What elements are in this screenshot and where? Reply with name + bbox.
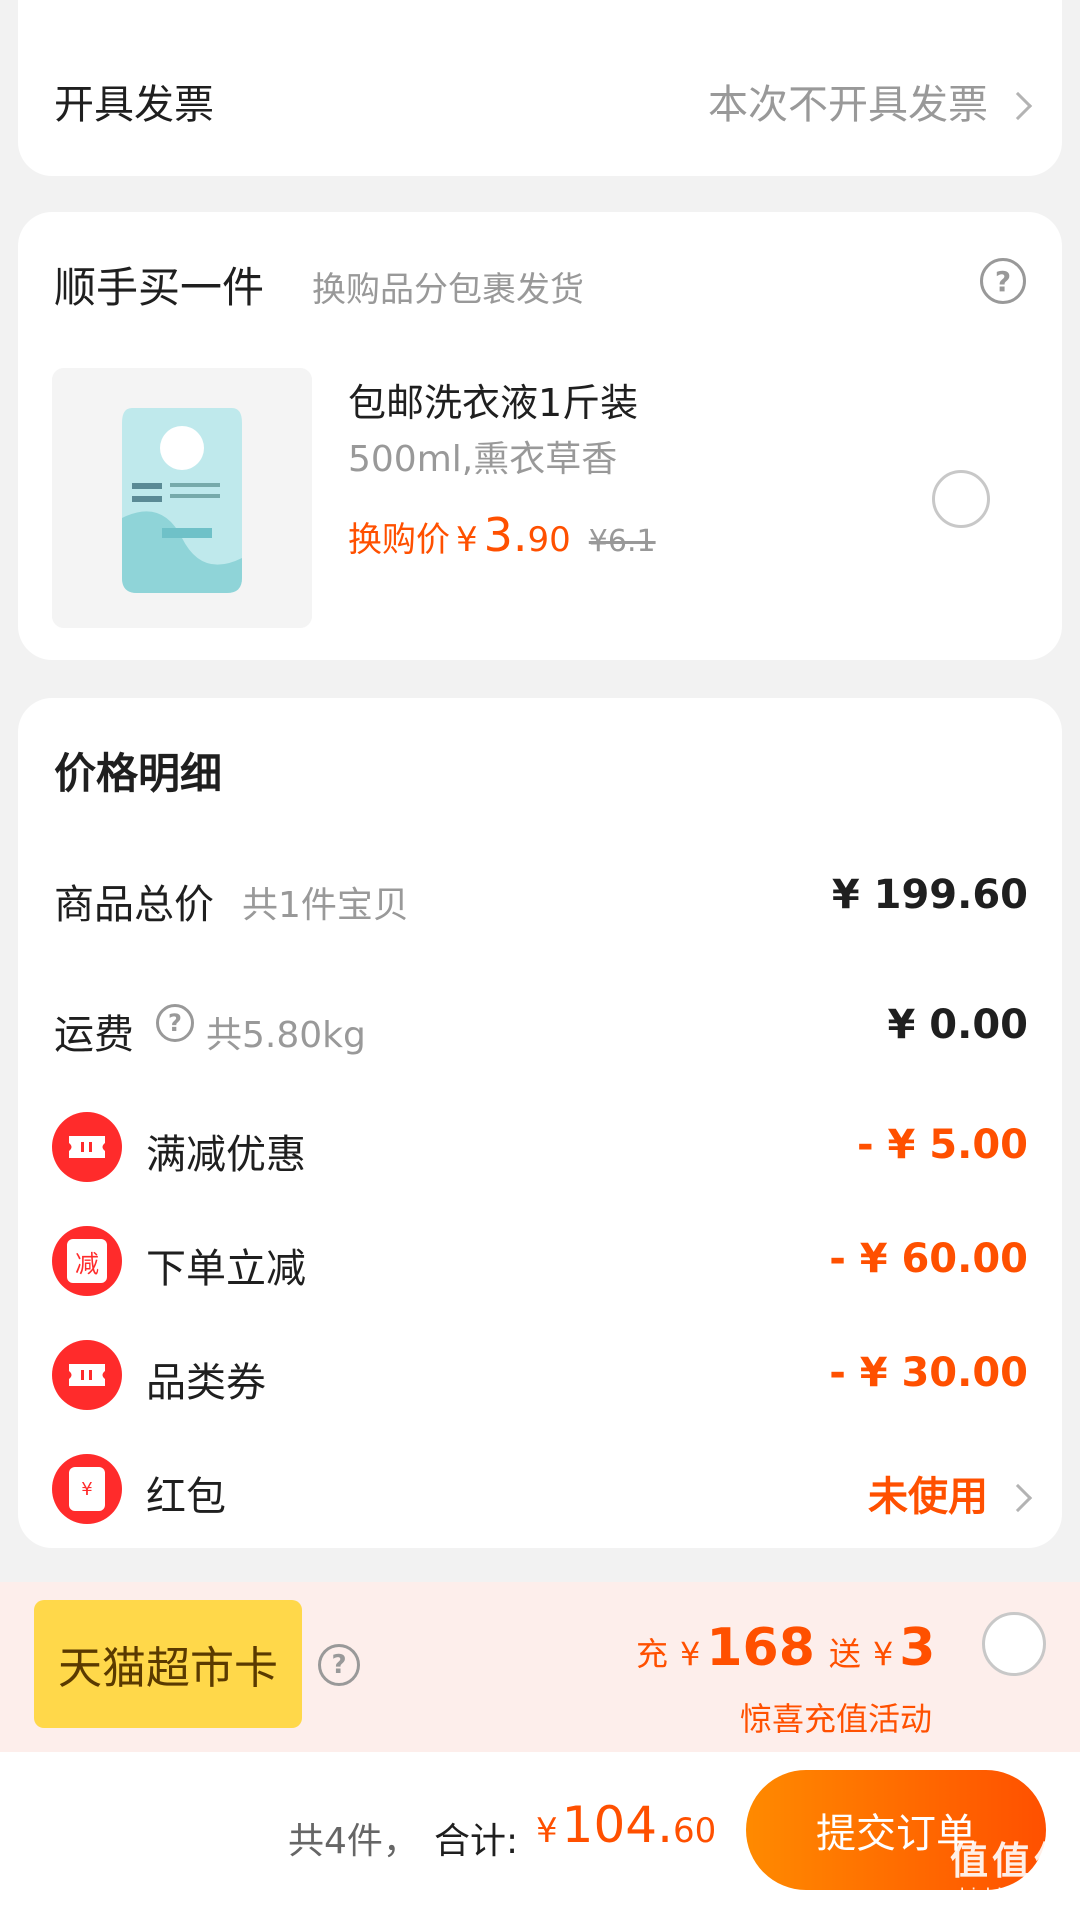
invoice-title: 开具发票 bbox=[54, 82, 214, 128]
discount-label-instant: 下单立减 bbox=[146, 1246, 306, 1292]
shipping-help-icon[interactable]: ? bbox=[156, 1004, 194, 1042]
addon-subtitle: 换购品分包裹发货 bbox=[312, 270, 584, 310]
total-int: 104. bbox=[561, 1796, 673, 1854]
shipping-sub: 共5.80kg bbox=[206, 1015, 366, 1056]
addon-price: 换购价 ¥ 3. 90 ¥6.1 bbox=[348, 508, 656, 562]
invoice-value[interactable]: 本次不开具发票 bbox=[708, 72, 988, 130]
ticket-icon bbox=[52, 1112, 122, 1182]
price-currency: ¥ bbox=[456, 520, 478, 560]
red-envelope-status[interactable]: 未使用 bbox=[868, 1464, 988, 1522]
shipping-label: 运费 bbox=[54, 1012, 134, 1058]
recharge-amount: 168 bbox=[706, 1618, 815, 1678]
addon-product-name[interactable]: 包邮洗衣液1斤装 bbox=[348, 372, 638, 427]
discount-label-full-reduction: 满减优惠 bbox=[146, 1132, 306, 1178]
detergent-pouch-icon bbox=[52, 368, 312, 628]
goods-total-amount: ¥ 199.60 bbox=[831, 872, 1028, 918]
promo-select-radio[interactable] bbox=[982, 1612, 1046, 1676]
reduce-icon: 减 bbox=[52, 1226, 122, 1296]
help-icon[interactable]: ? bbox=[980, 258, 1026, 304]
addon-title: 顺手买一件 bbox=[54, 263, 265, 312]
goods-total-sub: 共1件宝贝 bbox=[242, 885, 409, 926]
watermark-site: zhizhizhi.com bbox=[950, 1885, 1072, 1906]
recharge-note: 惊喜充值活动 bbox=[740, 1700, 933, 1738]
red-envelope-icon: ¥ bbox=[52, 1454, 122, 1524]
price-int: 3. bbox=[483, 508, 528, 562]
tmall-card-badge[interactable]: 天猫超市卡 bbox=[34, 1600, 302, 1728]
watermark: 值 值 值 zhizhizhi.com bbox=[920, 1830, 1080, 1911]
bonus-currency: ¥ bbox=[872, 1635, 894, 1673]
recharge-offer: 充 ¥ 168 送 ¥ 3 bbox=[636, 1618, 935, 1678]
recharge-currency: ¥ bbox=[680, 1635, 701, 1673]
bonus-prefix: 送 bbox=[828, 1635, 861, 1673]
red-envelope-label: 红包 bbox=[146, 1474, 226, 1520]
addon-select-radio[interactable] bbox=[932, 470, 990, 528]
discount-label-category-coupon: 品类券 bbox=[146, 1360, 266, 1406]
total-label: 合计: bbox=[434, 1821, 519, 1862]
total-currency: ¥ bbox=[536, 1811, 558, 1851]
watermark-logo: 值 值 值 bbox=[949, 1839, 1072, 1883]
promo-help-icon[interactable]: ? bbox=[318, 1644, 360, 1686]
addon-product-spec: 500ml,熏衣草香 bbox=[348, 439, 618, 480]
reduce-icon-text: 减 bbox=[67, 1239, 107, 1283]
total-price: ¥ 104. 60 bbox=[536, 1796, 716, 1854]
recharge-prefix: 充 bbox=[636, 1635, 669, 1673]
discount-amount-category-coupon: - ¥ 30.00 bbox=[829, 1350, 1028, 1396]
discount-amount-full-reduction: - ¥ 5.00 bbox=[857, 1122, 1028, 1168]
goods-total-label: 商品总价 bbox=[54, 882, 214, 928]
item-count: 共4件， bbox=[288, 1821, 419, 1862]
price-dec: 90 bbox=[527, 520, 571, 560]
discount-amount-instant: - ¥ 60.00 bbox=[829, 1236, 1028, 1282]
order-confirm-page: 开具发票 本次不开具发票 顺手买一件 换购品分包裹发货 ? 包邮洗衣液1斤装 5… bbox=[0, 0, 1080, 1911]
total-dec: 60 bbox=[672, 1811, 717, 1851]
product-image[interactable] bbox=[52, 368, 312, 628]
price-label: 换购价 bbox=[348, 520, 450, 560]
original-price: ¥6.1 bbox=[588, 524, 656, 559]
red-envelope-icon-text: ¥ bbox=[69, 1467, 105, 1511]
ticket-icon bbox=[52, 1340, 122, 1410]
bonus-amount: 3 bbox=[899, 1618, 936, 1678]
price-detail-title: 价格明细 bbox=[54, 749, 223, 798]
shipping-amount: ¥ 0.00 bbox=[887, 1002, 1028, 1048]
